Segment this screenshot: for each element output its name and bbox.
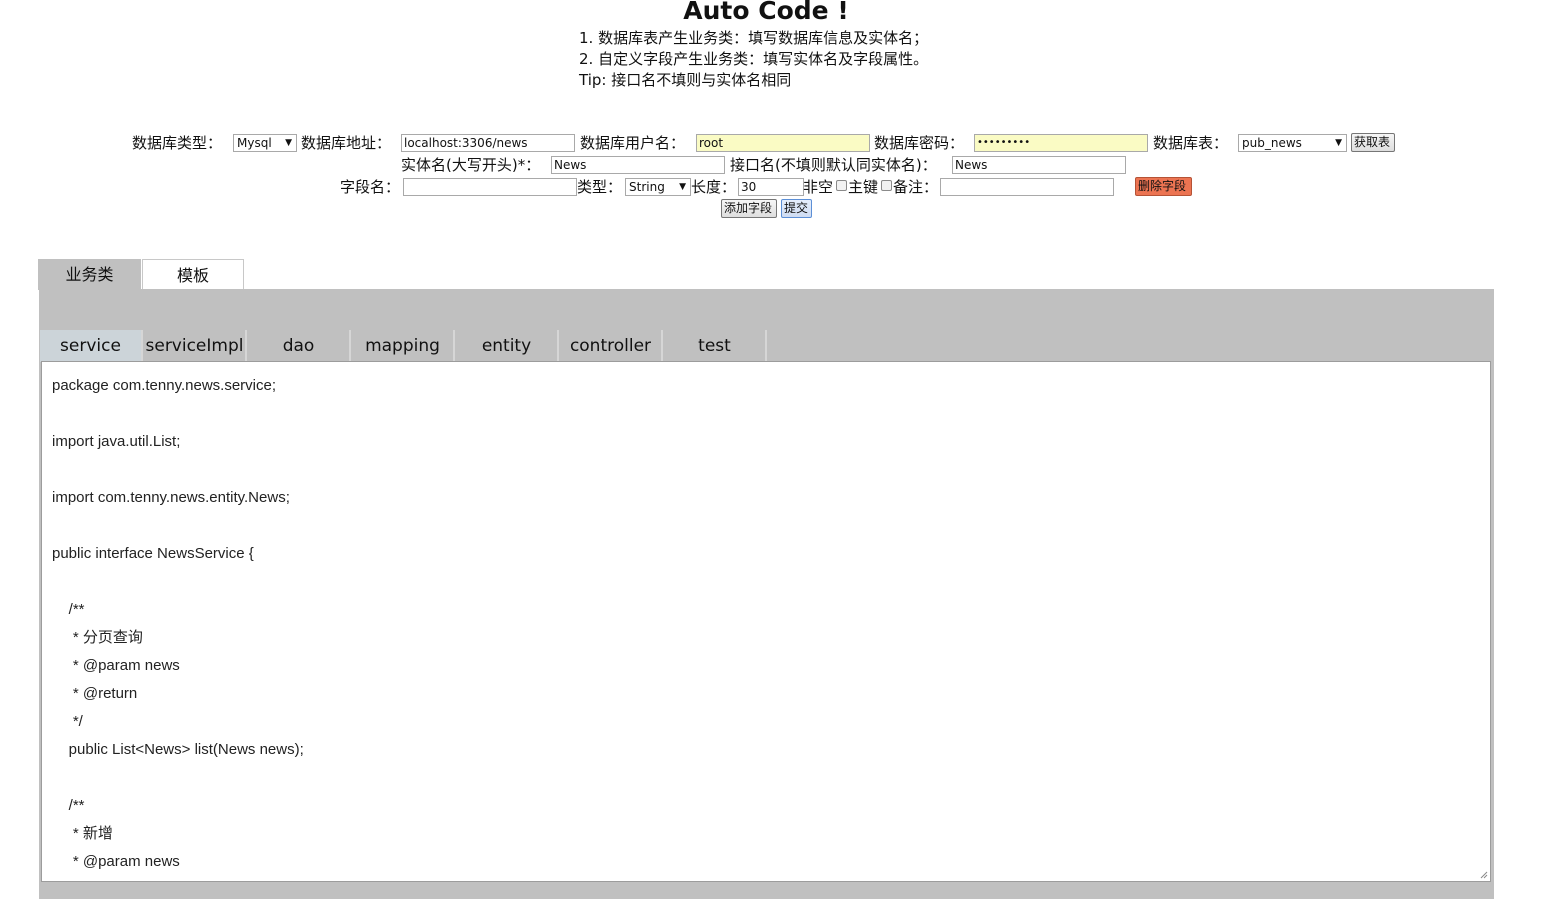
db-type-label: 数据库类型： (132, 134, 223, 152)
tab-template[interactable]: 模板 (142, 259, 244, 290)
db-table-value: pub_news (1242, 136, 1302, 150)
page-title: Auto Code ! (683, 0, 849, 25)
dropdown-arrow-icon: ▼ (1335, 138, 1342, 148)
field-name-input[interactable] (403, 178, 577, 196)
interface-input[interactable]: News (952, 156, 1126, 174)
tab-business-class[interactable]: 业务类 (38, 259, 141, 290)
not-null-label: 非空 (803, 178, 834, 196)
entity-input[interactable]: News (551, 156, 725, 174)
tips: 1. 数据库表产生业务类：填写数据库信息及实体名； 2. 自定义字段产生业务类：… (579, 28, 928, 91)
db-addr-input[interactable]: localhost:3306/news (401, 134, 575, 152)
field-name-label: 字段名： (340, 178, 401, 196)
dropdown-arrow-icon: ▼ (285, 138, 292, 148)
db-user-input[interactable]: root (696, 134, 870, 152)
remark-input[interactable] (940, 178, 1114, 196)
db-type-select[interactable]: Mysql ▼ (233, 134, 297, 152)
primary-key-label: 主键 (848, 178, 879, 196)
field-type-label: 类型： (577, 178, 623, 196)
tip-line: 2. 自定义字段产生业务类：填写实体名及字段属性。 (579, 50, 929, 68)
entity-label: 实体名(大写开头)*： (401, 156, 541, 174)
tab-serviceimpl[interactable]: serviceImpl (144, 330, 247, 362)
tab-test[interactable]: test (664, 330, 767, 362)
tip-line: Tip: 接口名不填则与实体名相同 (579, 71, 792, 89)
field-length-input[interactable]: 30 (738, 178, 804, 196)
tab-entity[interactable]: entity (456, 330, 559, 362)
field-type-select[interactable]: String ▼ (625, 178, 691, 196)
delete-field-button[interactable]: 删除字段 (1135, 177, 1192, 196)
db-table-select[interactable]: pub_news ▼ (1238, 134, 1347, 152)
not-null-checkbox[interactable] (836, 180, 847, 191)
add-field-button[interactable]: 添加字段 (721, 199, 777, 218)
tip-line: 1. 数据库表产生业务类：填写数据库信息及实体名； (579, 29, 929, 47)
remark-label: 备注： (893, 178, 939, 196)
db-addr-label: 数据库地址： (301, 134, 392, 152)
dropdown-arrow-icon: ▼ (679, 182, 686, 192)
field-type-value: String (629, 180, 665, 194)
db-table-label: 数据库表： (1153, 134, 1229, 152)
submit-button[interactable]: 提交 (781, 199, 812, 218)
code-content: package com.tenny.news.service; import j… (52, 377, 304, 870)
tab-service[interactable]: service (40, 330, 143, 362)
fetch-tables-button[interactable]: 获取表 (1351, 133, 1395, 152)
resize-grip-icon[interactable] (1480, 871, 1488, 879)
tab-mapping[interactable]: mapping (352, 330, 455, 362)
primary-key-checkbox[interactable] (881, 180, 892, 191)
field-length-label: 长度： (691, 178, 737, 196)
db-pwd-label: 数据库密码： (874, 134, 965, 152)
interface-label: 接口名(不填则默认同实体名)： (730, 156, 937, 174)
tab-controller[interactable]: controller (560, 330, 663, 362)
db-type-value: Mysql (237, 136, 272, 150)
tab-dao[interactable]: dao (248, 330, 351, 362)
code-textarea[interactable]: package com.tenny.news.service; import j… (41, 361, 1491, 882)
db-password-input[interactable]: ••••••••• (974, 134, 1148, 152)
db-user-label: 数据库用户名： (580, 134, 686, 152)
